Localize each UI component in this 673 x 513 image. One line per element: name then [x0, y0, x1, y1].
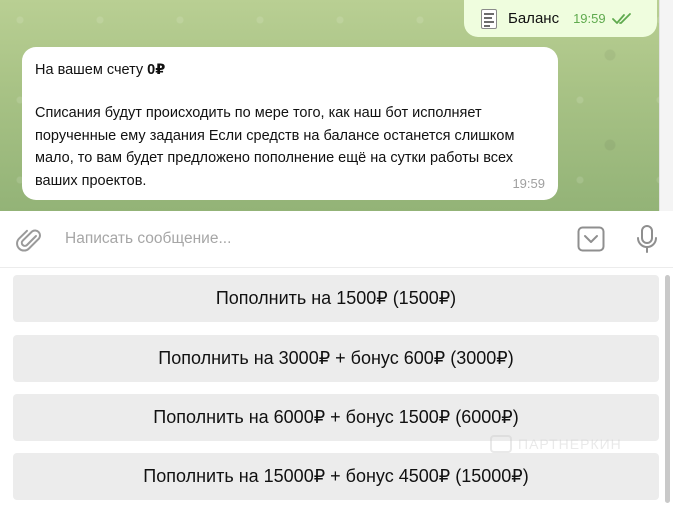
outgoing-message[interactable]: Баланс 19:59: [464, 0, 657, 37]
document-icon: [480, 8, 498, 29]
watermark: ПАРТНЕРКИН: [490, 433, 630, 455]
topup-3000-button[interactable]: Пополнить на 3000₽ + бонус 600₽ (3000₽): [13, 335, 659, 382]
topup-1500-button[interactable]: Пополнить на 1500₽ (1500₽): [13, 275, 659, 322]
paperclip-icon[interactable]: [16, 227, 44, 255]
outgoing-message-time: 19:59: [573, 11, 606, 26]
microphone-icon[interactable]: [634, 224, 660, 254]
bot-keyboard-toggle-icon[interactable]: [577, 226, 605, 252]
topup-15000-button[interactable]: Пополнить на 15000₽ + бонус 4500₽ (15000…: [13, 453, 659, 500]
balance-line: На вашем счету 0₽: [35, 60, 543, 80]
watermark-logo-icon: [490, 435, 512, 453]
incoming-message[interactable]: На вашем счету 0₽ Списания будут происхо…: [22, 47, 558, 200]
chat-right-edge: [659, 0, 673, 211]
message-input[interactable]: Написать сообщение...: [65, 230, 231, 248]
incoming-message-time: 19:59: [512, 176, 545, 191]
watermark-text: ПАРТНЕРКИН: [518, 436, 622, 452]
message-composer: Написать сообщение...: [0, 211, 673, 268]
chat-background: Баланс 19:59 На вашем счету 0₽ Списания …: [0, 0, 673, 211]
incoming-message-body: Списания будут происходить по мере того,…: [35, 105, 515, 189]
keyboard-scrollbar[interactable]: [665, 275, 670, 503]
balance-prefix: На вашем счету: [35, 62, 148, 78]
outgoing-message-text: Баланс: [508, 10, 560, 27]
reply-keyboard: Пополнить на 1500₽ (1500₽) Пополнить на …: [0, 268, 673, 513]
balance-value: 0₽: [147, 62, 166, 78]
double-check-icon: [611, 12, 631, 24]
